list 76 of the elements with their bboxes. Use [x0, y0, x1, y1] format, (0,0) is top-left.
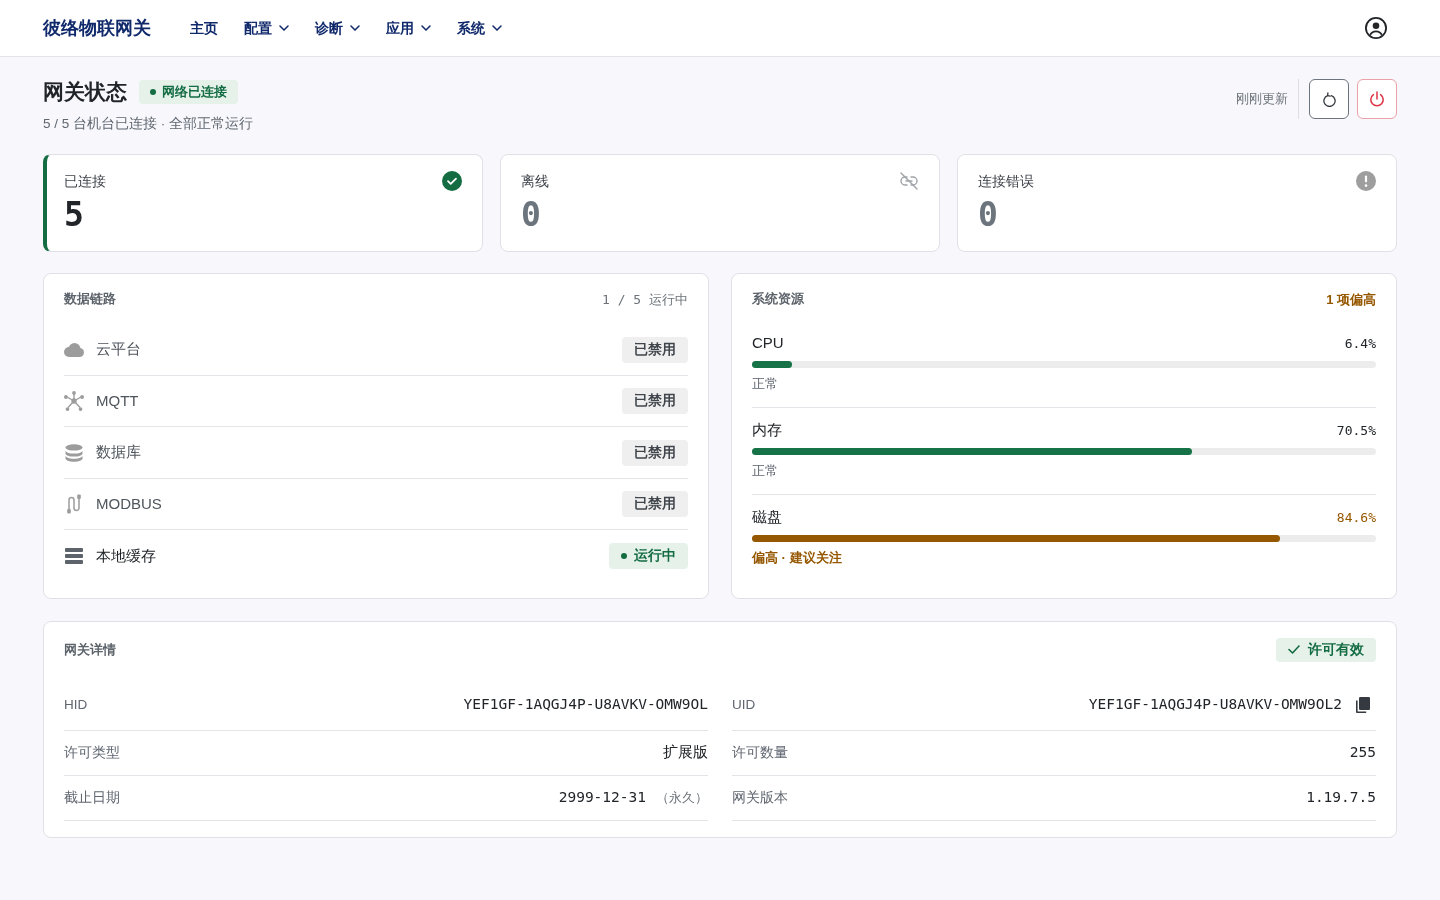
- stat-label: 连接错误: [978, 172, 1034, 192]
- link-status-badge: 已禁用: [622, 491, 688, 517]
- stat-value: 5: [64, 195, 84, 236]
- link-status-badge: 已禁用: [622, 388, 688, 414]
- nav-link[interactable]: 应用: [386, 15, 431, 41]
- status-dot-icon: [150, 89, 156, 95]
- link-slash-icon: [899, 172, 919, 191]
- cable-icon: [66, 494, 82, 514]
- chevron-down-icon: [492, 25, 502, 31]
- stacked-bars-icon: [65, 548, 83, 564]
- exclamation-circle-icon: [1356, 171, 1376, 192]
- field-value: 1.19.7.5: [1306, 787, 1376, 807]
- user-account-icon[interactable]: [1365, 17, 1387, 39]
- nav-link[interactable]: 主页: [190, 15, 218, 41]
- link-status-badge: 已禁用: [622, 336, 688, 363]
- field-label: 网关版本: [732, 788, 788, 807]
- nav-link[interactable]: 配置: [244, 15, 289, 41]
- field-note: （永久）: [656, 789, 708, 807]
- card-title: 数据链路: [64, 290, 116, 309]
- resource-name: CPU: [752, 333, 784, 354]
- chevron-down-icon: [421, 25, 431, 31]
- resource-name: 内存: [752, 420, 782, 441]
- usage-reading: 70.5%: [1336, 421, 1376, 440]
- check-icon: [1288, 645, 1300, 655]
- resource-name: 磁盘: [752, 507, 782, 528]
- stat-label: 已连接: [64, 172, 106, 192]
- link-name: 本地缓存: [96, 545, 156, 566]
- copy-icon: [1356, 696, 1370, 713]
- field-value: 扩展版: [663, 742, 708, 762]
- resource-status: 偏高 · 建议关注: [752, 549, 842, 568]
- field-value: 2999-12-31: [558, 787, 646, 807]
- refresh-icon: [1322, 91, 1336, 107]
- copy-button[interactable]: [1356, 696, 1370, 713]
- chevron-down-icon: [279, 25, 289, 31]
- stat-value: 0: [521, 195, 541, 236]
- network-status-label: 网络已连接: [162, 84, 227, 100]
- link-name: 云平台: [96, 339, 141, 360]
- stat-value: 0: [978, 195, 998, 236]
- page-title: 网关状态: [43, 79, 127, 105]
- field-value: YEF1GF-1AQGJ4P-U8AVKV-OMW9OL2: [1088, 694, 1342, 714]
- link-status-label: 运行中: [634, 547, 676, 565]
- status-dot-icon: [621, 553, 627, 559]
- page-subtitle: 5 / 5 台机台已连接 · 全部正常运行: [43, 115, 254, 133]
- resource-status: 正常: [752, 462, 778, 481]
- cloud-icon: [64, 342, 84, 357]
- chevron-down-icon: [350, 25, 360, 31]
- field-label: 许可类型: [64, 743, 120, 762]
- update-time-text: 刚刚更新: [1236, 90, 1288, 109]
- link-status-badge: 已禁用: [622, 439, 688, 466]
- database-icon: [65, 443, 83, 462]
- usage-reading: 84.6%: [1336, 508, 1376, 527]
- field-value: YEF1GF-1AQGJ4P-U8AVKV-OMW9OL: [463, 694, 708, 714]
- warning-summary: 1 项偏高: [1326, 290, 1376, 309]
- power-icon: [1369, 90, 1385, 108]
- hub-nodes-icon: [64, 391, 84, 411]
- field-label: HID: [64, 695, 88, 714]
- field-value: 255: [1349, 742, 1376, 762]
- usage-reading: 6.4%: [1344, 334, 1376, 353]
- license-status-label: 许可有效: [1308, 640, 1364, 659]
- field-label: UID: [732, 695, 756, 714]
- stat-label: 离线: [521, 172, 549, 192]
- nav-link[interactable]: 系统: [457, 15, 502, 41]
- refresh-button[interactable]: [1309, 79, 1349, 119]
- brand-name[interactable]: 彼络物联网关: [43, 14, 151, 42]
- card-title: 网关详情: [64, 640, 116, 659]
- power-button[interactable]: [1357, 79, 1397, 119]
- card-title: 系统资源: [752, 290, 804, 309]
- field-label: 许可数量: [732, 743, 788, 762]
- link-name: MQTT: [96, 390, 139, 411]
- link-name: MODBUS: [96, 493, 162, 514]
- link-name: 数据库: [96, 442, 141, 463]
- check-circle-icon: [442, 171, 462, 192]
- resource-status: 正常: [752, 375, 778, 394]
- field-label: 截止日期: [64, 788, 120, 807]
- running-summary: 1 / 5 运行中: [602, 290, 688, 309]
- nav-link[interactable]: 诊断: [315, 15, 360, 41]
